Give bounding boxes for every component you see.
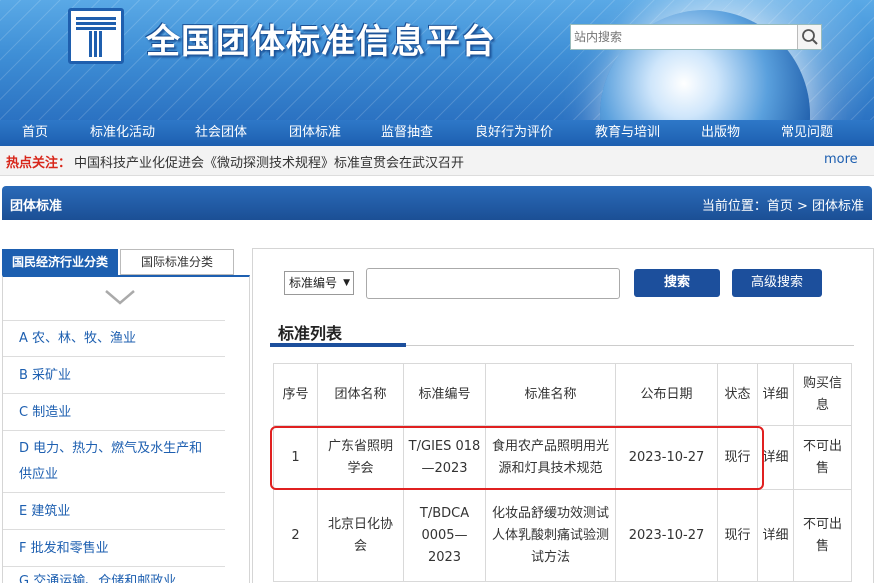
detail-link[interactable]: 详细: [757, 489, 794, 582]
category-item[interactable]: B 采矿业: [3, 356, 225, 393]
cell-name[interactable]: 化妆品舒缓功效测试人体乳酸刺痛试验测试方法: [485, 489, 616, 582]
category-item[interactable]: A 农、林、牧、渔业: [3, 320, 225, 356]
hot-news-bar: 热点关注： 中国科技产业化促进会《微动探测技术规程》标准宣贯会在武汉召开 mor…: [0, 146, 874, 176]
hot-news-label: 热点关注：: [6, 156, 72, 171]
page-root: 全国团体标准信息平台 首页 标准化活动 社会团体 团体标准 监督抽查 良好行为评…: [0, 0, 874, 583]
category-item[interactable]: E 建筑业: [3, 492, 225, 529]
column-header: 购买信息: [793, 363, 852, 426]
category-panel: A 农、林、牧、渔业 B 采矿业 C 制造业 D 电力、热力、燃气及水生产和供应…: [2, 275, 250, 583]
category-item[interactable]: F 批发和零售业: [3, 529, 225, 566]
cell-code: T/BDCA 0005—2023: [403, 489, 486, 582]
category-item[interactable]: C 制造业: [3, 393, 225, 430]
list-title-rule: [406, 345, 854, 346]
hot-news-more-link[interactable]: more: [824, 152, 858, 167]
row-highlight-box: [270, 426, 764, 490]
table-header-row: 序号 团体名称 标准编号 标准名称 公布日期 状态 详细 购买信息: [273, 363, 852, 426]
main-nav: 首页 标准化活动 社会团体 团体标准 监督抽查 良好行为评价 教育与培训 出版物…: [0, 120, 874, 146]
breadcrumb: 当前位置：首页 > 团体标准: [701, 199, 864, 214]
cell-org: 北京日化协会: [317, 489, 404, 582]
section-title: 团体标准: [10, 199, 63, 214]
search-icon: [802, 29, 818, 45]
chevron-down-icon[interactable]: [103, 287, 137, 307]
section-header: 团体标准 当前位置：首页 > 团体标准: [2, 186, 872, 220]
nav-faq[interactable]: 常见问题: [781, 120, 833, 146]
select-arrow-icon: ▼: [343, 278, 350, 288]
category-item[interactable]: D 电力、热力、燃气及水生产和供应业: [3, 430, 225, 492]
column-header: 序号: [273, 363, 318, 426]
column-header: 标准名称: [485, 363, 616, 426]
logo-icon: [76, 17, 116, 57]
search-button[interactable]: 搜索: [634, 269, 720, 297]
site-title: 全国团体标准信息平台: [146, 22, 496, 62]
header-banner: 全国团体标准信息平台: [0, 0, 874, 120]
nav-education[interactable]: 教育与培训: [595, 120, 660, 146]
list-title: 标准列表: [278, 324, 343, 343]
category-item[interactable]: G 交通运输、仓储和邮政业: [3, 566, 225, 583]
cell-date: 2023-10-27: [615, 489, 718, 582]
nav-standardization[interactable]: 标准化活动: [90, 120, 155, 146]
cell-buy: 不可出售: [793, 425, 852, 490]
hot-news-link[interactable]: 中国科技产业化促进会《微动探测技术规程》标准宣贯会在武汉召开: [74, 152, 464, 171]
site-search-input[interactable]: [571, 25, 799, 49]
nav-organizations[interactable]: 社会团体: [195, 120, 247, 146]
column-header: 状态: [717, 363, 758, 426]
column-header: 公布日期: [615, 363, 718, 426]
search-field-select-value: 标准编号: [289, 276, 338, 290]
nav-group-standards[interactable]: 团体标准: [289, 120, 341, 146]
nav-evaluation[interactable]: 良好行为评价: [475, 120, 553, 146]
table-row: 2 北京日化协会 T/BDCA 0005—2023 化妆品舒缓功效测试人体乳酸刺…: [273, 489, 852, 582]
nav-publications[interactable]: 出版物: [701, 120, 740, 146]
site-search: [570, 24, 822, 50]
cell-buy: 不可出售: [793, 489, 852, 582]
search-field-select[interactable]: 标准编号 ▼: [284, 271, 354, 295]
nav-home[interactable]: 首页: [22, 120, 48, 146]
column-header: 团体名称: [317, 363, 404, 426]
category-tabs: 国民经济行业分类 国际标准分类: [2, 249, 234, 275]
column-header: 详细: [757, 363, 794, 426]
list-title-underline: [270, 343, 406, 347]
site-search-button[interactable]: [797, 25, 821, 49]
tab-industry-classification[interactable]: 国民经济行业分类: [2, 249, 118, 275]
keyword-input[interactable]: [366, 268, 620, 299]
cell-status: 现行: [717, 489, 758, 582]
advanced-search-button[interactable]: 高级搜索: [732, 269, 822, 297]
cell-no: 2: [273, 489, 318, 582]
site-logo[interactable]: [68, 8, 124, 64]
tab-international-classification[interactable]: 国际标准分类: [120, 249, 234, 275]
nav-inspection[interactable]: 监督抽查: [381, 120, 433, 146]
column-header: 标准编号: [403, 363, 486, 426]
